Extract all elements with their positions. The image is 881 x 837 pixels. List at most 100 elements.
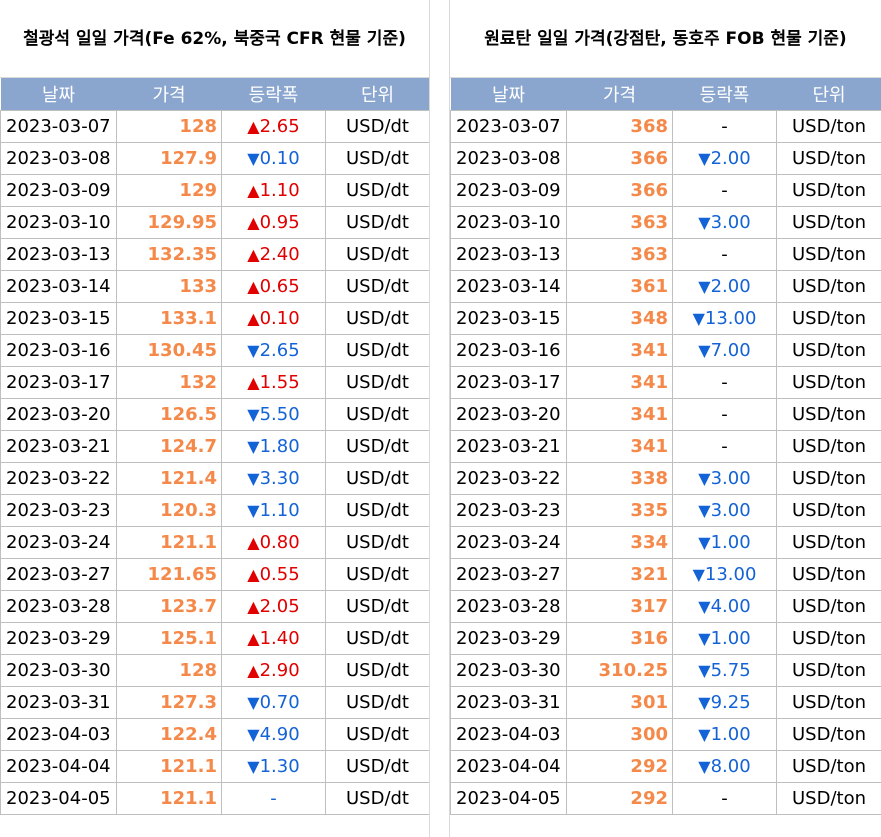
unit-cell: USD/ton [776,622,881,655]
price-cell: 121.1 [116,526,222,559]
change-cell: ▼1.00 [672,718,777,751]
change-value: ▲0.10 [247,308,299,329]
change-value: ▲0.80 [247,532,299,553]
down-triangle-icon: ▼ [698,501,711,520]
header-price: 가격 [566,78,673,111]
price-cell: 128 [116,654,222,687]
price-cell: 121.1 [116,782,222,815]
change-amount: 0.10 [259,148,300,169]
table-row: 2023-03-31 127.3 ▼0.70 USD/dt [0,686,430,719]
table-row: 2023-03-29 316 ▼1.00 USD/ton [450,622,881,655]
change-amount: 1.40 [259,628,300,649]
table-row: 2023-03-15 133.1 ▲0.10 USD/dt [0,302,430,335]
down-triangle-icon: ▼ [247,693,260,712]
change-amount: 2.00 [710,148,751,169]
unit-cell: USD/ton [776,110,881,143]
change-value: ▲0.55 [247,564,299,585]
change-amount: 4.00 [710,596,751,617]
table-row: 2023-03-27 121.65 ▲0.55 USD/dt [0,558,430,591]
panel-divider [429,0,450,837]
change-amount: 13.00 [704,308,757,329]
price-cell: 310.25 [566,654,673,687]
price-cell: 126.5 [116,398,222,431]
price-cell: 341 [566,334,673,367]
header-unit: 단위 [776,78,881,111]
no-change-label: - [721,788,728,809]
down-triangle-icon: ▼ [698,725,711,744]
price-cell: 120.3 [116,494,222,527]
change-value: ▲1.10 [247,180,299,201]
table-row: 2023-03-14 361 ▼2.00 USD/ton [450,270,881,303]
date-cell: 2023-03-22 [450,462,567,495]
change-value: ▼3.30 [247,468,299,489]
date-cell: 2023-04-03 [450,718,567,751]
iron-ore-title: 철광석 일일 가격(Fe 62%, 북중국 CFR 현물 기준) [0,0,429,78]
date-cell: 2023-04-05 [0,782,117,815]
table-row: 2023-03-22 338 ▼3.00 USD/ton [450,462,881,495]
table-row: 2023-03-23 120.3 ▼1.10 USD/dt [0,494,430,527]
date-cell: 2023-03-13 [0,238,117,271]
price-cell: 121.65 [116,558,222,591]
change-value: ▼3.00 [698,212,750,233]
date-cell: 2023-03-07 [450,110,567,143]
change-amount: 2.65 [259,340,300,361]
up-triangle-icon: ▲ [247,245,260,264]
table-row: 2023-03-08 127.9 ▼0.10 USD/dt [0,142,430,175]
down-triangle-icon: ▼ [698,757,711,776]
change-value: ▼9.25 [698,692,750,713]
price-cell: 348 [566,302,673,335]
unit-cell: USD/ton [776,398,881,431]
price-cell: 334 [566,526,673,559]
date-cell: 2023-03-24 [0,526,117,559]
change-cell: ▲2.40 [221,238,326,271]
up-triangle-icon: ▲ [247,565,260,584]
coking-coal-title: 원료탄 일일 가격(강점탄, 동호주 FOB 현물 기준) [450,0,881,78]
change-value: ▼1.80 [247,436,299,457]
change-value: ▼4.90 [247,724,299,745]
price-cell: 130.45 [116,334,222,367]
down-triangle-icon: ▼ [247,405,260,424]
change-cell: ▼0.10 [221,142,326,175]
up-triangle-icon: ▲ [247,309,260,328]
up-triangle-icon: ▲ [247,117,260,136]
unit-cell: USD/dt [325,718,430,751]
change-value: ▼4.00 [698,596,750,617]
unit-cell: USD/dt [325,782,430,815]
date-cell: 2023-03-09 [0,174,117,207]
price-cell: 301 [566,686,673,719]
unit-cell: USD/dt [325,686,430,719]
table-row: 2023-03-24 334 ▼1.00 USD/ton [450,526,881,559]
table-row: 2023-03-20 126.5 ▼5.50 USD/dt [0,398,430,431]
change-cell: ▲2.65 [221,110,326,143]
price-cell: 338 [566,462,673,495]
change-cell: ▲0.10 [221,302,326,335]
down-triangle-icon: ▼ [247,341,260,360]
table-row: 2023-03-14 133 ▲0.65 USD/dt [0,270,430,303]
date-cell: 2023-03-16 [0,334,117,367]
date-cell: 2023-04-03 [0,718,117,751]
table-row: 2023-04-03 300 ▼1.00 USD/ton [450,718,881,751]
iron-ore-table-body: 2023-03-07 128 ▲2.65 USD/dt 2023-03-08 127.9 ▼… [0,110,430,815]
down-triangle-icon: ▼ [692,309,705,328]
price-cell: 127.9 [116,142,222,175]
iron-ore-header-row: 날짜 가격 등락폭 단위 [0,78,430,111]
price-cell: 292 [566,782,673,815]
unit-cell: USD/dt [325,110,430,143]
change-amount: 0.55 [259,564,300,585]
down-triangle-icon: ▼ [247,437,260,456]
unit-cell: USD/ton [776,206,881,239]
change-amount: 0.95 [259,212,300,233]
header-date: 날짜 [450,78,567,111]
down-triangle-icon: ▼ [247,469,260,488]
change-value: ▼1.30 [247,756,299,777]
change-value: ▼13.00 [693,308,757,329]
date-cell: 2023-03-27 [450,558,567,591]
down-triangle-icon: ▼ [698,277,711,296]
date-cell: 2023-03-20 [0,398,117,431]
change-value: ▼5.75 [698,660,750,681]
change-cell: - [672,430,777,463]
change-cell: ▼3.00 [672,206,777,239]
price-cell: 132 [116,366,222,399]
change-cell: ▼3.30 [221,462,326,495]
change-cell: ▼3.00 [672,494,777,527]
